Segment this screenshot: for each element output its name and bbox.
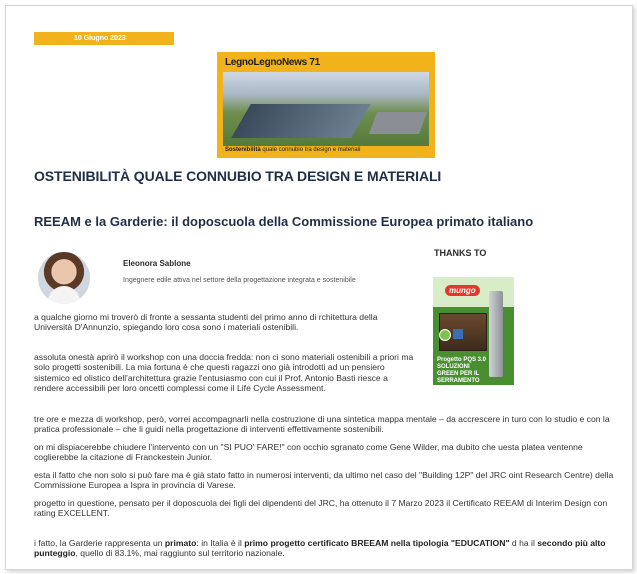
sponsor-logo: mungo	[445, 285, 480, 296]
paragraph-4: on mi dispiacerebbe chiudere l'intervent…	[34, 442, 583, 463]
thanks-to-label: THANKS TO	[434, 248, 487, 258]
cover-caption: Sostenibilità quale connubio tra design …	[225, 147, 361, 153]
paragraph-3: tre ore e mezza di workshop, però, vorre…	[34, 414, 610, 435]
author-bio: Ingegnere edile attiva nel settore della…	[123, 277, 356, 284]
magazine-cover[interactable]: LegnoLegnoNews 71 Sostenibilità quale co…	[217, 52, 435, 158]
author-name[interactable]: Eleonora Sablone	[123, 259, 191, 268]
sealant-tube-image	[489, 291, 503, 377]
paragraph-7: i fatto, la Garderie rappresenta un prim…	[34, 538, 606, 559]
section-title: OSTENIBILITÀ QUALE CONNUBIO TRA DESIGN E…	[34, 168, 442, 184]
article-title: REEAM e la Garderie: il doposcuola della…	[34, 214, 534, 229]
sponsor-text: Progetto PQS 3.0 SOLUZIONI GREEN PER IL …	[437, 357, 487, 384]
paragraph-2: assoluta onestà aprirò il workshop con u…	[34, 352, 414, 394]
paragraph-6: progetto in questione, pensato per il do…	[34, 498, 608, 519]
cover-photo	[223, 72, 429, 146]
paragraph-1: a qualche giorno mi troverò di fronte a …	[34, 312, 378, 333]
author-avatar	[38, 252, 90, 304]
article-page: 10 Giugno 2023 LegnoLegnoNews 71 Sosteni…	[5, 5, 633, 570]
cover-title: LegnoLegnoNews 71	[225, 57, 320, 68]
date-badge: 10 Giugno 2023	[34, 32, 174, 45]
certification-badge-icon	[453, 329, 463, 339]
leed-badge-icon	[439, 329, 451, 341]
sponsor-banner[interactable]: mungo Progetto PQS 3.0 SOLUZIONI GREEN P…	[433, 277, 514, 385]
paragraph-5: esta il fatto che non solo si può fare m…	[34, 470, 614, 491]
